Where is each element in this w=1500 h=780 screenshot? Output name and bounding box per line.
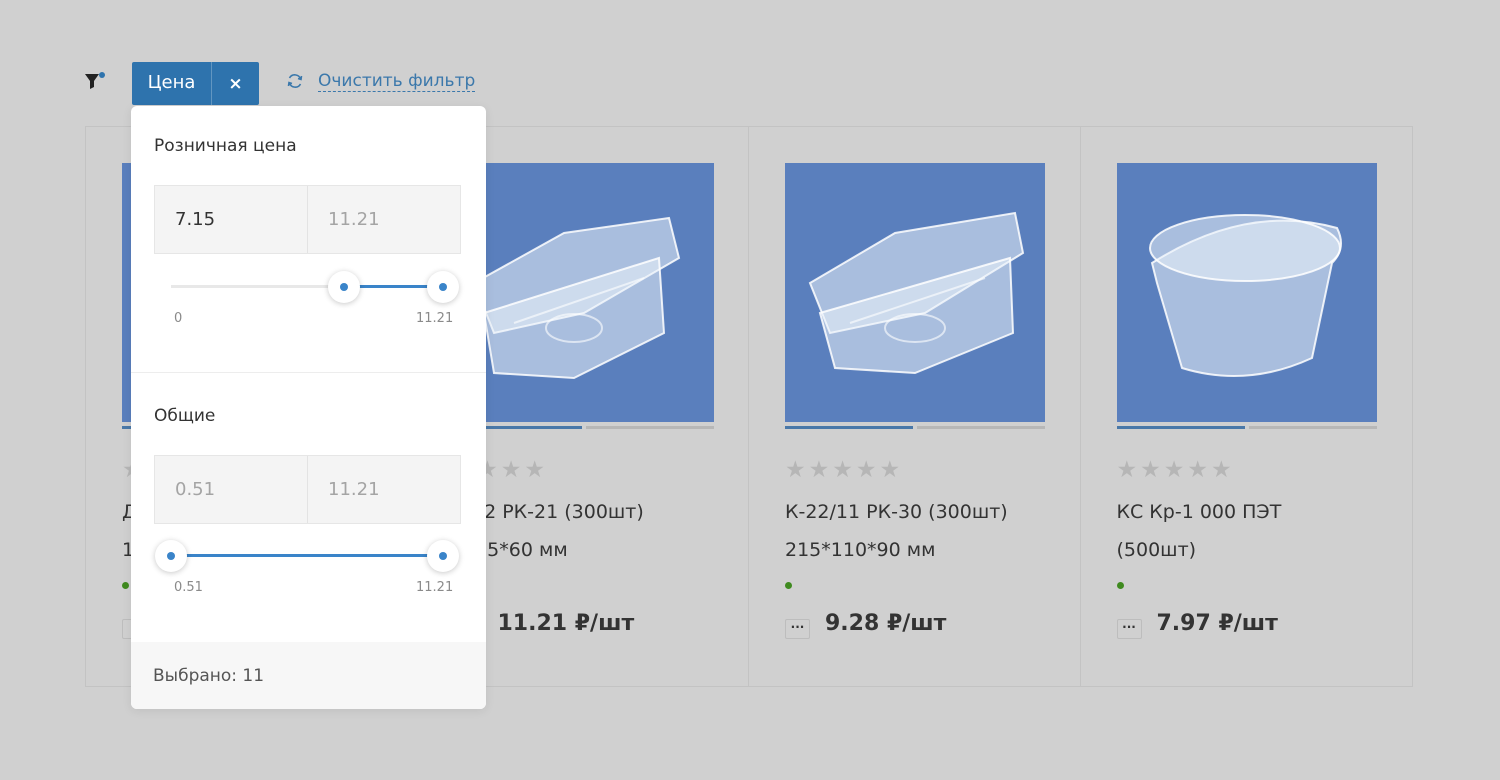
in-stock-dot xyxy=(122,582,129,589)
product-price: 11.21 ₽/шт xyxy=(497,611,635,636)
image-pager[interactable] xyxy=(1116,426,1377,429)
product-card[interactable]: ★★★★★ К-22/11 РК-30 (300шт) 215*110*90 м… xyxy=(749,127,1081,686)
retail-price-max-handle[interactable] xyxy=(427,271,459,303)
rating-stars[interactable]: ★★★★★ xyxy=(1117,457,1235,483)
retail-price-max-label: 11.21 xyxy=(416,311,454,326)
retail-price-to-input[interactable]: 11.21 xyxy=(308,186,460,253)
in-stock-dot xyxy=(1116,582,1124,589)
retail-price-from-input[interactable]: 7.15 xyxy=(155,186,308,253)
product-size: *115*60 мм xyxy=(453,539,568,561)
image-pager[interactable] xyxy=(453,426,714,429)
product-price: 7.97 ₽/шт xyxy=(1156,611,1278,636)
general-price-inputs: 0.51 11.21 xyxy=(154,455,461,524)
retail-price-inputs: 7.15 11.21 xyxy=(154,185,461,254)
product-price: 9.28 ₽/шт xyxy=(825,611,947,636)
in-stock-dot xyxy=(785,582,792,589)
selected-count: Выбрано: 11 xyxy=(131,642,486,709)
section-divider xyxy=(131,372,486,373)
general-price-from-input[interactable]: 0.51 xyxy=(155,456,308,523)
refresh-icon[interactable] xyxy=(286,72,304,90)
product-title[interactable]: КС Кр-1 000 ПЭТ xyxy=(1117,493,1387,531)
general-price-slider-track[interactable] xyxy=(171,554,443,557)
product-image[interactable] xyxy=(453,163,714,422)
retail-price-min-handle[interactable] xyxy=(328,271,361,303)
product-size: 215*110*90 мм xyxy=(785,539,936,561)
quantity-button[interactable]: ··· xyxy=(785,619,810,639)
general-price-max-handle[interactable] xyxy=(427,540,459,572)
general-price-to-input[interactable]: 11.21 xyxy=(308,456,460,523)
clear-filter-link[interactable]: Очистить фильтр xyxy=(318,71,476,92)
price-filter-dropdown: Розничная цена 7.15 11.21 0 11.21 Общие … xyxy=(131,106,486,709)
general-price-min-label: 0.51 xyxy=(174,580,203,595)
retail-price-min-label: 0 xyxy=(174,311,183,326)
retail-price-title: Розничная цена xyxy=(154,136,297,156)
price-filter-chip[interactable]: Цена × xyxy=(132,62,259,105)
filter-icon[interactable] xyxy=(84,71,106,91)
general-price-min-handle[interactable] xyxy=(155,540,187,572)
price-filter-chip-label[interactable]: Цена xyxy=(132,62,212,105)
general-price-max-label: 11.21 xyxy=(416,580,454,595)
product-name[interactable]: К-22/11 РК-30 (300шт) 215*110*90 мм xyxy=(785,493,1055,569)
close-icon[interactable]: × xyxy=(212,62,259,105)
rating-stars[interactable]: ★★★★★ xyxy=(785,457,903,483)
product-card[interactable]: ★★★★★ КС Кр-1 000 ПЭТ (500шт) ··· 7.97 ₽… xyxy=(1081,127,1413,686)
image-pager[interactable] xyxy=(785,426,1045,429)
product-image[interactable] xyxy=(1116,163,1377,422)
product-name[interactable]: 9/12 РК-21 (300шт) *115*60 мм xyxy=(454,493,724,569)
product-name[interactable]: КС Кр-1 000 ПЭТ (500шт) xyxy=(1117,493,1387,569)
product-title[interactable]: 9/12 РК-21 (300шт) xyxy=(454,493,724,531)
general-price-slider-fill xyxy=(171,554,443,557)
general-price-title: Общие xyxy=(154,406,216,426)
quantity-button[interactable]: ··· xyxy=(1116,619,1142,639)
retail-price-slider-track[interactable] xyxy=(171,285,443,288)
product-image[interactable] xyxy=(785,163,1045,422)
product-title[interactable]: К-22/11 РК-30 (300шт) xyxy=(785,493,1055,531)
product-size: (500шт) xyxy=(1116,539,1197,561)
